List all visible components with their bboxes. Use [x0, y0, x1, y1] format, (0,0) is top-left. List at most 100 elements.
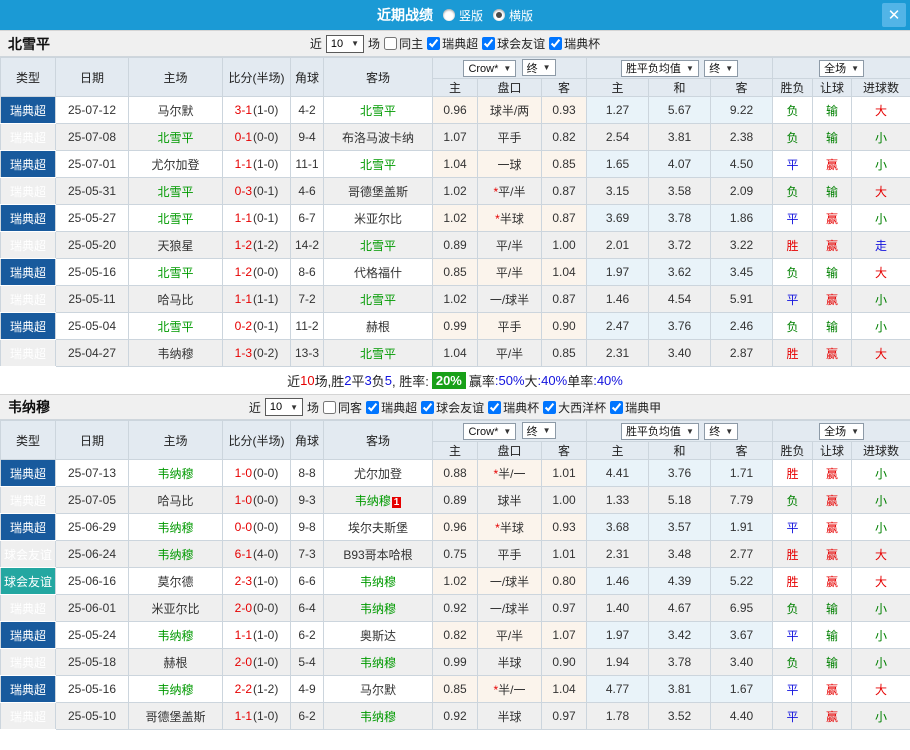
score-cell: 1-1(1-0) [222, 150, 291, 178]
odds-away-cell: 1.01 [540, 459, 588, 487]
avg-final-dropdown[interactable]: 终 ▼ [704, 422, 739, 440]
date-cell: 25-05-31 [55, 177, 129, 205]
recent-prefix-label: 近 [248, 400, 261, 415]
match-row: 瑞典超 25-07-05 哈马比 1-0(0-0) 9-3 韦纳穆 1 0.89 球半 1.00 1… [0, 486, 910, 514]
summary-segment: 2 [344, 373, 352, 388]
league-filter-checkbox[interactable]: 瑞典超 [366, 399, 417, 416]
score-cell: 0-0(0-0) [222, 513, 291, 541]
league-filter-checkbox[interactable]: 瑞典杯 [488, 399, 539, 416]
avg-away-cell: 6.95 [710, 594, 774, 622]
date-cell: 25-07-08 [55, 123, 129, 151]
fulltime-scope-dropdown[interactable]: 全场 ▼ [819, 422, 864, 440]
away-team-cell: B93哥本哈根 [323, 540, 433, 568]
same-venue-checkbox-input[interactable] [384, 37, 398, 50]
score-cell: 3-1(1-0) [222, 96, 291, 124]
home-team-cell: 北雪平 [128, 258, 223, 286]
avg-source-dropdown[interactable]: 胜平负均值 ▼ [620, 422, 699, 440]
away-team-cell: 韦纳穆 [323, 648, 433, 676]
league-checkbox-input[interactable] [482, 37, 496, 50]
league-checkbox-input[interactable] [610, 400, 624, 414]
league-filter-checkbox[interactable]: 瑞典超 [427, 35, 478, 52]
avg-final-dropdown[interactable]: 终 ▼ [704, 59, 739, 77]
avg-away-cell: 5.22 [710, 567, 774, 595]
summary-segment: 近 [287, 374, 301, 389]
odds-home-cell: 1.02 [432, 567, 478, 595]
away-team-name: 北雪平 [359, 157, 396, 172]
col-avg-home: 主 [586, 78, 650, 97]
away-team-cell: 代格福什 [323, 258, 433, 286]
league-filter-checkbox[interactable]: 瑞典杯 [549, 35, 600, 52]
summary-row: 近 10 场,胜 2 平 3 负 5, 胜率: 20% 赢率:50% 大:40% 单率:40% [0, 367, 910, 394]
odds-source-dropdown[interactable]: Crow* ▼ [463, 60, 517, 77]
fulltime-scope-dropdown[interactable]: 全场 ▼ [819, 59, 864, 77]
same-venue-checkbox-input[interactable] [323, 400, 337, 414]
fulltime-score: 0-1 [234, 130, 252, 144]
league-filter-checkbox[interactable]: 大西洋杯 [543, 399, 606, 416]
recent-count-select[interactable]: 10 ▼ [325, 34, 365, 53]
away-team-name: 赫根 [365, 319, 390, 334]
odds-home-cell: 0.89 [432, 486, 478, 514]
chevron-down-icon: ▼ [725, 426, 734, 436]
col-type: 类型 [0, 57, 56, 97]
date-cell: 25-07-13 [55, 459, 129, 487]
date-cell: 25-07-12 [55, 96, 129, 124]
layout-radio-vertical[interactable]: 竖版 [442, 7, 483, 24]
league-checkbox-input[interactable] [543, 400, 557, 414]
league-checkbox-input[interactable] [488, 400, 502, 414]
avg-away-cell: 3.22 [710, 231, 774, 259]
summary-segment: 3 [364, 373, 372, 388]
avg-home-cell: 1.33 [586, 486, 650, 514]
match-row: 瑞典超 25-07-13 韦纳穆 1-0(0-0) 8-8 尤尔加登 0.88 *半/一 1.0… [0, 459, 910, 487]
corners-cell: 8-6 [290, 258, 324, 286]
odds-source-dropdown[interactable]: Crow* ▼ [463, 423, 517, 440]
chevron-down-icon: ▼ [542, 426, 551, 435]
team-filter-bar-1: 北雪平 近 10 ▼ 场 同主 瑞典超 球会友谊 瑞典杯 [0, 30, 910, 57]
league-checkbox-input[interactable] [427, 37, 441, 50]
score-cell: 0-1(0-0) [222, 123, 291, 151]
radio-selected-icon [493, 9, 505, 21]
avg-home-cell: 1.94 [586, 648, 650, 676]
handicap-result-cell: 赢 [812, 285, 853, 313]
halftime-score: (0-0) [253, 466, 279, 480]
league-checkbox-input[interactable] [549, 37, 563, 50]
same-venue-checkbox-2[interactable]: 同客 [323, 399, 362, 416]
summary-segment: :40% [593, 373, 623, 388]
match-row: 瑞典超 25-05-20 天狼星 1-2(1-2) 14-2 北雪平 0.89 平/半 1.00… [0, 231, 910, 259]
odds-away-cell: 0.97 [540, 702, 588, 730]
league-cell: 瑞典超 [0, 513, 56, 541]
avg-home-cell: 1.97 [586, 621, 650, 649]
odds-away-cell: 0.87 [540, 285, 588, 313]
avg-source-dropdown[interactable]: 胜平负均值 ▼ [620, 59, 699, 77]
league-filter-checkbox[interactable]: 球会友谊 [482, 35, 545, 52]
league-filter-checkbox[interactable]: 球会友谊 [421, 399, 484, 416]
avg-away-cell: 1.91 [710, 513, 774, 541]
corners-cell: 13-3 [290, 339, 324, 367]
away-team-name: 布洛马波卡纳 [341, 130, 414, 145]
home-team-cell: 哈马比 [128, 486, 223, 514]
corners-cell: 4-9 [290, 675, 324, 703]
close-icon[interactable]: ✕ [882, 3, 906, 27]
league-checkbox-input[interactable] [366, 400, 380, 414]
recent-count-select-2[interactable]: 10 ▼ [264, 398, 304, 416]
handicap-cell: *半球 [477, 513, 542, 541]
odds-final-dropdown[interactable]: 终 ▼ [521, 422, 556, 439]
league-filter-group-2: 瑞典超 球会友谊 瑞典杯 大西洋杯 瑞典甲 [366, 399, 661, 416]
goals-result-cell: 大 [851, 177, 910, 205]
result-cell: 负 [772, 258, 814, 286]
col-avg-draw: 和 [648, 441, 712, 460]
team-name-2: 韦纳穆 [8, 399, 50, 415]
league-filter-checkbox[interactable]: 瑞典甲 [610, 399, 661, 416]
home-team-cell: 尤尔加登 [128, 150, 223, 178]
league-cell: 瑞典超 [0, 339, 56, 367]
handicap-result-cell: 输 [812, 123, 853, 151]
corners-cell: 5-4 [290, 648, 324, 676]
league-cell: 瑞典超 [0, 150, 56, 178]
date-cell: 25-04-27 [55, 339, 129, 367]
result-cell: 负 [772, 96, 814, 124]
same-venue-checkbox[interactable]: 同主 [384, 35, 423, 52]
odds-final-dropdown[interactable]: 终 ▼ [521, 59, 556, 76]
away-team-name: 韦纳穆 [359, 601, 396, 616]
layout-radio-horizontal[interactable]: 横版 [493, 7, 533, 24]
results-table-2: 类型 日期 主场 比分(半场) 角球 客场 Crow* ▼ 终 ▼ 胜平负均值 ▼ 终… [0, 420, 910, 730]
league-checkbox-input[interactable] [421, 400, 435, 414]
